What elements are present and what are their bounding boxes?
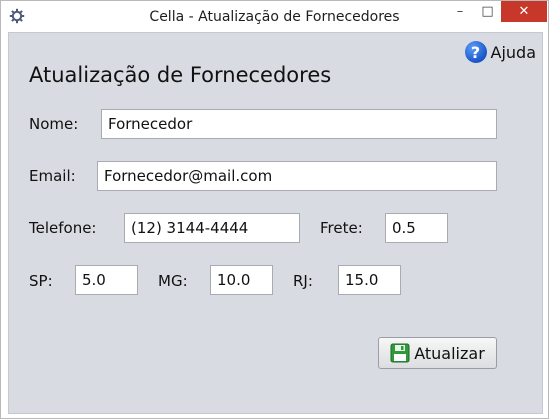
maximize-button[interactable]: □ [474,1,501,22]
help-icon: ? [464,41,487,63]
email-field[interactable] [97,161,497,191]
save-icon [390,343,410,363]
rj-label: RJ: [293,272,313,290]
help-label: Ajuda [490,42,537,62]
page-title: Atualização de Fornecedores [29,63,332,87]
sp-label: SP: [29,272,53,290]
email-label: Email: [29,167,76,185]
minimize-button[interactable]: – [446,1,474,22]
telefone-field[interactable] [124,213,300,243]
update-button-label: Atualizar [414,343,485,363]
sp-field[interactable] [75,265,138,295]
title-bar[interactable]: Cella - Atualização de Fornecedores – □ … [1,1,548,32]
mg-field[interactable] [210,265,273,295]
help-button[interactable]: ? Ajuda [464,41,537,63]
app-window: Cella - Atualização de Fornecedores – □ … [0,0,549,419]
nome-label: Nome: [29,115,79,133]
form-panel: ? Ajuda Atualização de Fornecedores Nome… [8,32,543,414]
frete-label: Frete: [320,219,363,237]
telefone-label: Telefone: [29,219,97,237]
mg-label: MG: [158,272,188,290]
rj-field[interactable] [338,265,401,295]
update-button[interactable]: Atualizar [378,337,497,369]
close-button[interactable]: ✕ [501,1,547,22]
nome-field[interactable] [101,109,497,139]
frete-field[interactable] [385,213,448,243]
